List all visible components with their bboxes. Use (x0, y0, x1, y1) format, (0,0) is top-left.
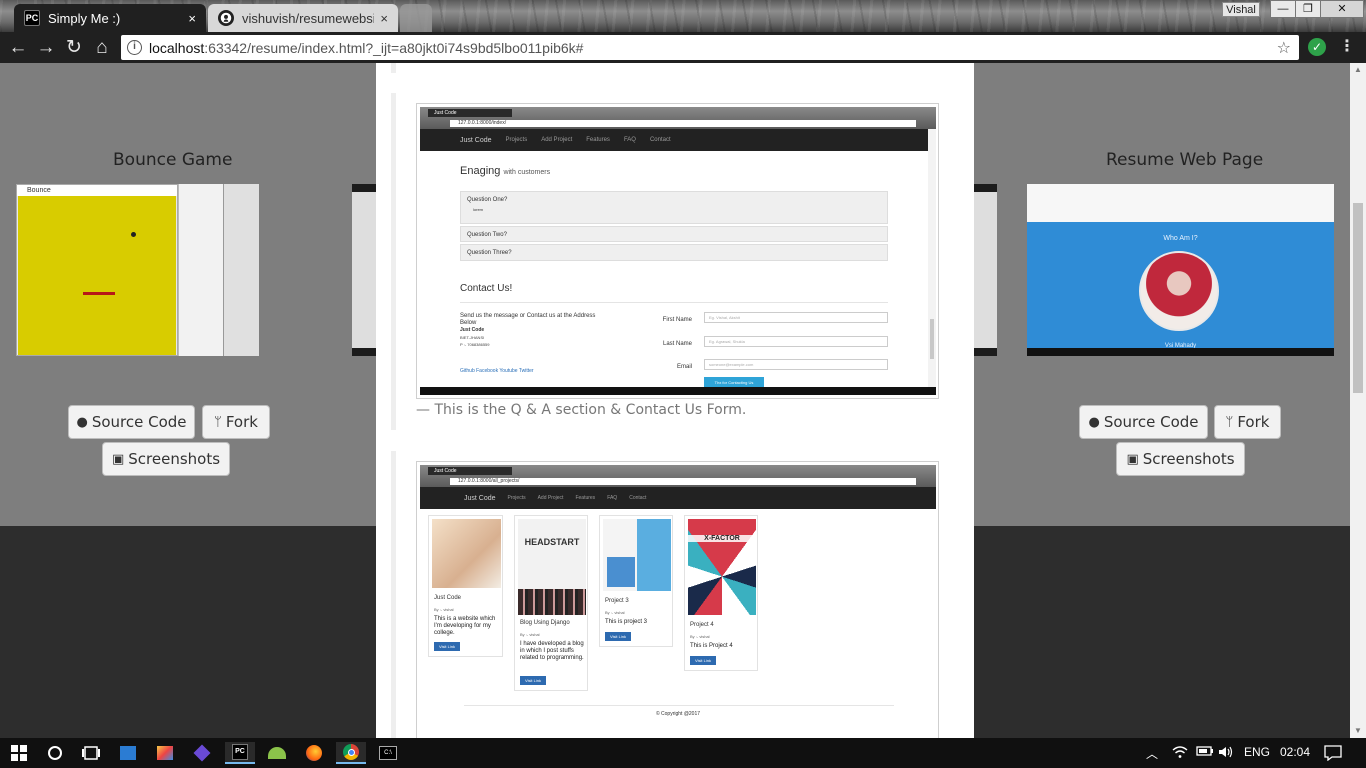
copyright-footer: © Copyright @2017 (655, 711, 701, 717)
tab-title: vishuvish/resumewebsite (242, 10, 375, 26)
browser-titlebar: PC Simply Me :) × vishuvish/resumewebsit… (0, 0, 1366, 32)
maximize-button[interactable]: ❐ (1295, 0, 1321, 18)
resume-fork-button[interactable]: ᛘ Fork (1214, 405, 1281, 439)
game-field (18, 196, 176, 355)
chrome-menu-icon[interactable]: ⋮ (1338, 37, 1356, 57)
middle-card-thumbnail-left-edge (352, 184, 376, 356)
minimize-button[interactable]: — (1270, 0, 1296, 18)
input-language-indicator[interactable]: ENG (1244, 745, 1270, 759)
fork-icon: ᛘ (214, 414, 222, 430)
contact-heading: Contact Us! (460, 283, 513, 294)
resume-thumbnail[interactable]: Who Am I? Vsi Mahady (1027, 184, 1334, 356)
project-card: X-FACTOR Project 4 By :- vishal This is … (684, 515, 758, 671)
home-icon[interactable]: ⌂ (90, 36, 114, 60)
middle-card-thumbnail-right-edge (974, 184, 997, 356)
engaging-heading: Enaging with customers (460, 165, 551, 177)
scroll-up-arrow-icon[interactable]: ▲ (1350, 63, 1366, 77)
site-navbar: Just Code Projects Add Project Features … (420, 129, 930, 151)
firefox-icon[interactable] (299, 742, 329, 764)
address-bar[interactable]: i localhost :63342/resume/index.html?_ij… (121, 35, 1299, 60)
github-favicon-icon (218, 10, 234, 26)
reload-icon[interactable]: ↻ (62, 36, 86, 60)
scrollbar-thumb[interactable] (1353, 203, 1363, 393)
windows-start-icon[interactable] (4, 742, 34, 764)
site-info-icon[interactable]: i (127, 40, 142, 55)
question-three-panel: Question Three? (460, 244, 888, 261)
url-path: :63342/resume/index.html?_ijt=a80jkt0i74… (204, 39, 584, 56)
action-center-icon[interactable] (1324, 745, 1342, 764)
profile-name-chip[interactable]: Vishal (1222, 2, 1260, 17)
resume-source-code-button[interactable]: ● Source Code (1079, 405, 1208, 439)
game-paddle (83, 292, 115, 295)
bounce-game-thumbnail[interactable]: Bounce (0, 63, 260, 363)
bounce-source-code-button[interactable]: ● Source Code (68, 405, 195, 439)
screenshot-caption: — This is the Q & A section & Contact Us… (416, 402, 747, 418)
extension-check-icon[interactable]: ✓ (1308, 38, 1326, 56)
blockquote-border (391, 451, 396, 738)
outlook-icon[interactable] (113, 742, 143, 764)
windows-taskbar: PC C:\ ︿ ENG 02:04 (0, 738, 1366, 768)
screenshot-projects[interactable]: Just Code 127.0.0.1:8000/all_projects/ J… (420, 465, 936, 738)
who-am-i-heading: Who Am I? (1163, 235, 1198, 242)
bookmark-star-icon[interactable]: ☆ (1277, 38, 1291, 58)
console-window (178, 184, 259, 356)
github-icon: ● (1088, 414, 1100, 430)
close-window-button[interactable]: ✕ (1320, 0, 1364, 18)
back-arrow-icon[interactable]: ← (6, 36, 30, 60)
github-icon: ● (76, 414, 88, 430)
card-title-resume-web-page: Resume Web Page (1106, 150, 1264, 170)
clock[interactable]: 02:04 (1280, 745, 1310, 759)
pycharm-icon[interactable]: PC (225, 742, 255, 764)
tab-simply-me[interactable]: PC Simply Me :) × (14, 4, 206, 32)
tab-close-icon[interactable]: × (380, 11, 388, 26)
cortana-icon[interactable] (40, 742, 70, 764)
tab-github-resumewebsite[interactable]: vishuvish/resumewebsite × (208, 4, 398, 32)
bounce-screenshots-button[interactable]: ▣ Screenshots (102, 442, 230, 476)
site-navbar: Just Code Projects Add Project Features … (420, 487, 936, 509)
show-hidden-icons-chevron-icon[interactable]: ︿ (1146, 745, 1158, 762)
paint-icon[interactable] (150, 742, 180, 764)
picture-icon: ▣ (111, 451, 125, 467)
bounce-window-title: Bounce (17, 185, 177, 196)
question-two-panel: Question Two? (460, 226, 888, 242)
avatar (1139, 251, 1219, 331)
battery-icon[interactable] (1196, 745, 1214, 760)
game-ball (131, 232, 136, 237)
picture-icon: ▣ (1126, 451, 1139, 467)
tab-title: Simply Me :) (48, 10, 121, 26)
social-links: Github Facebook Youtube Twitter (460, 368, 534, 374)
screenshot-qa-contact[interactable]: Just Code 127.0.0.1:8000/index/ Just Cod… (420, 107, 936, 395)
contact-text: Send us the message or Contact us at the… (460, 313, 596, 347)
page-scrollbar[interactable]: ▲ ▼ (1350, 63, 1366, 738)
url-host: localhost (149, 39, 205, 56)
tab-close-icon[interactable]: × (188, 11, 196, 26)
project-card: Project 3 By :- vishal This is project 3… (599, 515, 673, 647)
question-one-panel: Question One? lorem (460, 191, 888, 224)
android-studio-icon[interactable] (262, 742, 292, 764)
bounce-fork-button[interactable]: ᛘ Fork (202, 405, 270, 439)
blockquote-border (391, 93, 396, 430)
git-icon[interactable] (187, 742, 217, 764)
task-view-icon[interactable] (76, 742, 106, 764)
fork-icon: ᛘ (1225, 414, 1234, 430)
pycharm-favicon-icon: PC (24, 10, 40, 26)
volume-icon[interactable] (1218, 745, 1234, 762)
screenshots-panel: Just Code 127.0.0.1:8000/index/ Just Cod… (376, 63, 974, 751)
project-card: Just Code By :- vishal This is a website… (428, 515, 503, 657)
chrome-icon[interactable] (336, 742, 366, 764)
bounce-window: Bounce (16, 184, 178, 356)
new-tab-button[interactable] (400, 4, 432, 32)
wifi-icon[interactable] (1172, 745, 1188, 762)
command-prompt-icon[interactable]: C:\ (373, 742, 403, 764)
scroll-down-arrow-icon[interactable]: ▼ (1350, 724, 1366, 738)
project-card: HEADSTART Blog Using Django By :- vishal… (514, 515, 588, 691)
forward-arrow-icon[interactable]: → (34, 36, 58, 60)
resume-screenshots-button[interactable]: ▣ Screenshots (1116, 442, 1245, 476)
